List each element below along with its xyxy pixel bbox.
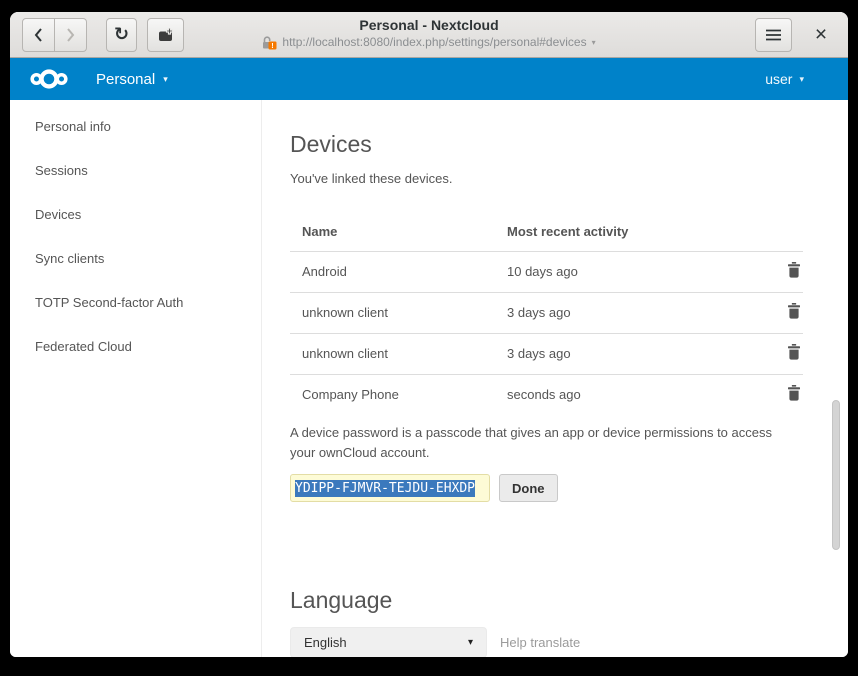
device-name: Company Phone <box>290 374 495 415</box>
devices-title: Devices <box>290 130 848 158</box>
sidebar-item-personal-info[interactable]: Personal info <box>10 104 261 148</box>
delete-device-button[interactable] <box>785 383 803 406</box>
device-password-input[interactable]: YDIPP-FJMVR-TEJDU-EHXDP <box>290 474 490 502</box>
help-translate-link[interactable]: Help translate <box>500 635 580 650</box>
browser-window: ↻ Personal - Nextcloud ! http://localhos… <box>10 12 848 657</box>
user-menu-label: user <box>765 71 792 87</box>
device-activity: 3 days ago <box>495 292 735 333</box>
trash-icon <box>787 344 801 360</box>
sidebar-item-totp[interactable]: TOTP Second-factor Auth <box>10 280 261 324</box>
table-row: Android 10 days ago <box>290 251 803 292</box>
language-selected-option: English <box>304 635 347 650</box>
device-activity: seconds ago <box>495 374 735 415</box>
devices-section: Devices You've linked these devices. Nam… <box>290 130 848 502</box>
device-activity: 3 days ago <box>495 333 735 374</box>
settings-main: Devices You've linked these devices. Nam… <box>262 100 848 657</box>
page-content: Personal info Sessions Devices Sync clie… <box>10 100 848 657</box>
column-header-activity: Most recent activity <box>495 213 735 251</box>
scrollbar-thumb[interactable] <box>832 400 840 550</box>
delete-device-button[interactable] <box>785 301 803 324</box>
insecure-padlock-icon: ! <box>262 36 277 50</box>
sidebar-item-federated-cloud[interactable]: Federated Cloud <box>10 324 261 368</box>
app-menu[interactable]: Personal ▾ <box>96 71 168 88</box>
chevron-down-icon: ▾ <box>799 74 804 85</box>
delete-device-button[interactable] <box>785 342 803 365</box>
sidebar-item-sessions[interactable]: Sessions <box>10 148 261 192</box>
nextcloud-header: Personal ▾ user ▾ <box>10 58 848 100</box>
trash-icon <box>787 385 801 401</box>
device-name: unknown client <box>290 292 495 333</box>
url-bar[interactable]: ! http://localhost:8080/index.php/settin… <box>10 35 848 50</box>
done-button[interactable]: Done <box>499 474 558 502</box>
sidebar-item-sync-clients[interactable]: Sync clients <box>10 236 261 280</box>
nextcloud-logo[interactable] <box>28 66 70 92</box>
url-dropdown-icon[interactable]: ▾ <box>592 35 596 50</box>
device-password-row: YDIPP-FJMVR-TEJDU-EHXDP Done <box>290 474 848 502</box>
chevron-down-icon: ▾ <box>163 74 168 85</box>
devices-table: Name Most recent activity Android 10 day… <box>290 213 803 415</box>
svg-text:!: ! <box>272 40 275 49</box>
delete-device-button[interactable] <box>785 260 803 283</box>
app-menu-label: Personal <box>96 71 155 88</box>
table-row: unknown client 3 days ago <box>290 292 803 333</box>
column-header-name: Name <box>290 213 495 251</box>
trash-icon <box>787 262 801 278</box>
user-menu[interactable]: user ▾ <box>765 71 830 87</box>
devices-subtitle: You've linked these devices. <box>290 171 848 186</box>
language-title: Language <box>290 586 848 614</box>
settings-sidebar: Personal info Sessions Devices Sync clie… <box>10 100 262 657</box>
device-name: unknown client <box>290 333 495 374</box>
device-password-note: A device password is a passcode that giv… <box>290 423 795 463</box>
table-row: unknown client 3 days ago <box>290 333 803 374</box>
url-text: http://localhost:8080/index.php/settings… <box>282 35 586 50</box>
table-row: Company Phone seconds ago <box>290 374 803 415</box>
device-activity: 10 days ago <box>495 251 735 292</box>
devices-table-header: Name Most recent activity <box>290 213 803 251</box>
language-select[interactable]: English ▾ <box>290 627 487 657</box>
device-name: Android <box>290 251 495 292</box>
language-section: Language English ▾ Help translate <box>290 586 848 657</box>
device-password-value: YDIPP-FJMVR-TEJDU-EHXDP <box>295 480 475 497</box>
trash-icon <box>787 303 801 319</box>
browser-titlebar: ↻ Personal - Nextcloud ! http://localhos… <box>10 12 848 58</box>
sidebar-item-devices[interactable]: Devices <box>10 192 261 236</box>
chevron-down-icon: ▾ <box>468 637 473 648</box>
